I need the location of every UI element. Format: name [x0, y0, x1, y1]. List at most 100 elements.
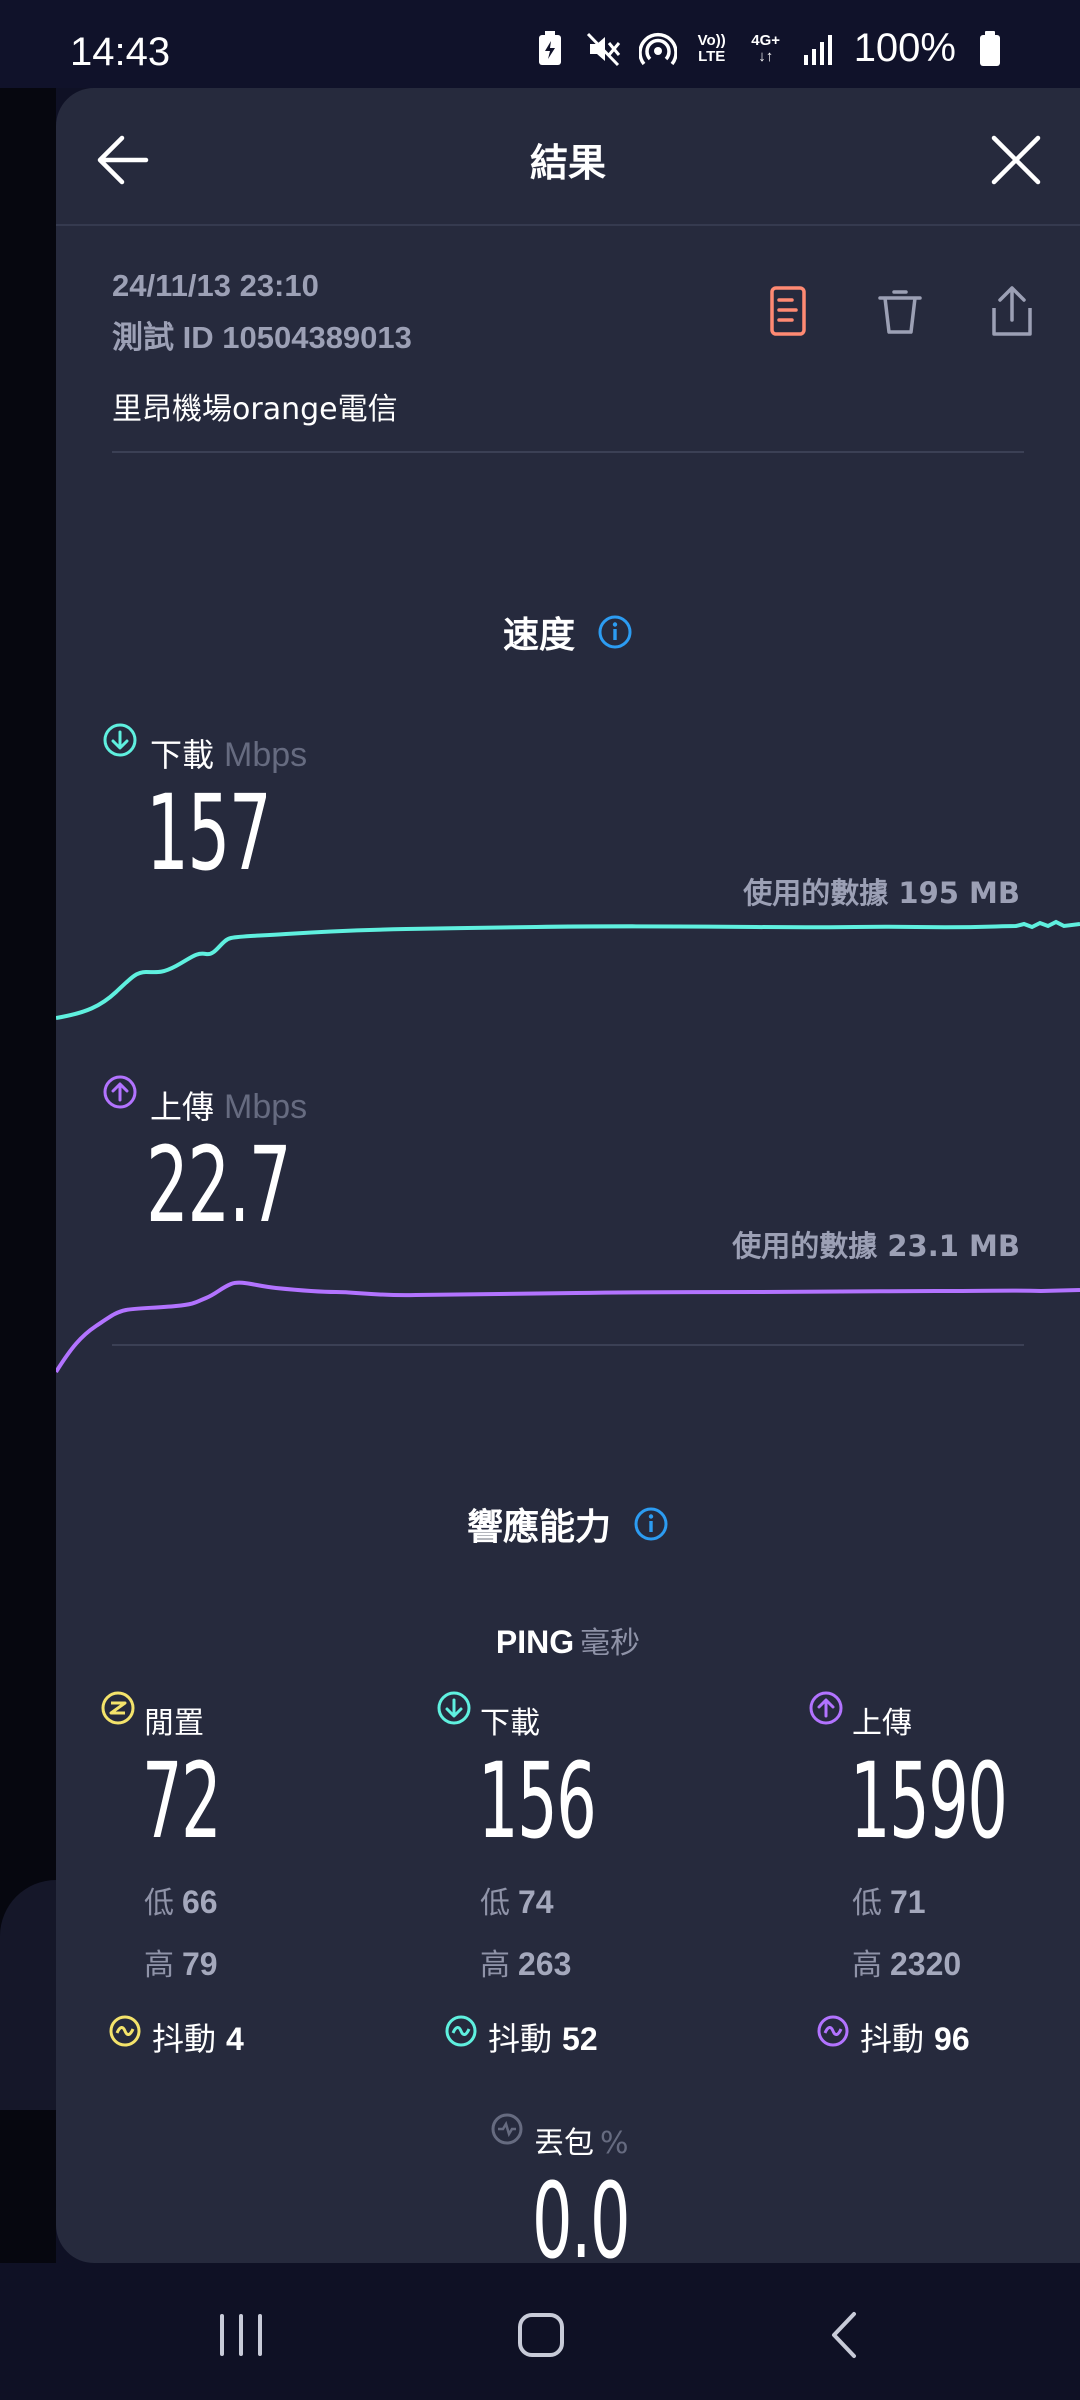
- packet-loss-header: 丟包 %: [534, 2118, 629, 2162]
- packet-loss-label: 丟包: [534, 2126, 594, 2161]
- results-sheet: 結果 24/11/13 23:10 測試 ID 10504389013 里昂機場…: [56, 88, 1080, 2263]
- volte-icon: Vo)) LTE: [692, 29, 732, 69]
- download-speed-graph: [56, 919, 1080, 1020]
- ping-upload-label: 上傳: [852, 1706, 912, 1741]
- result-id-value: 10504389013: [222, 320, 412, 355]
- ping-idle-icon: [100, 1690, 136, 1730]
- close-button[interactable]: [984, 128, 1048, 192]
- download-label: 下載: [150, 736, 215, 774]
- result-datetime: 24/11/13 23:10: [112, 268, 319, 303]
- system-back-button[interactable]: [810, 2300, 880, 2370]
- ping-download-jitter: 抖動 52: [488, 2014, 598, 2060]
- report-button[interactable]: [756, 280, 820, 344]
- packet-loss-icon: [490, 2112, 524, 2150]
- close-icon: [991, 135, 1041, 185]
- background-app-card: [0, 1880, 56, 2110]
- high-value: 79: [182, 1946, 218, 1982]
- ping-header: PING 毫秒: [56, 1618, 1080, 1662]
- ping-idle-label: 閒置: [144, 1706, 204, 1741]
- ping-idle-value: 72: [142, 1740, 222, 1862]
- home-button[interactable]: [506, 2300, 576, 2370]
- jitter-label: 抖動: [860, 2020, 925, 2058]
- upload-speed-graph: [56, 1280, 1080, 1374]
- low-label: 低: [852, 1886, 882, 1921]
- battery-icon: [970, 29, 1010, 69]
- jitter-upload-icon: [816, 2014, 850, 2052]
- speed-title: 速度: [502, 615, 575, 656]
- document-icon: [770, 286, 806, 336]
- responsiveness-title: 響應能力: [466, 1507, 611, 1548]
- jitter-label: 抖動: [488, 2020, 553, 2058]
- download-header: 下載 Mbps: [150, 730, 307, 776]
- download-line: [56, 919, 1080, 1020]
- high-value: 263: [518, 1946, 572, 1982]
- ping-upload-value: 1590: [850, 1740, 1008, 1862]
- high-value: 2320: [890, 1946, 962, 1982]
- ping-label: PING: [495, 1624, 575, 1660]
- ping-upload-icon: [808, 1690, 844, 1730]
- ping-upload-high: 高 2320: [852, 1940, 961, 1984]
- recent-apps-button[interactable]: [206, 2300, 276, 2370]
- status-bar: 14:43 Vo)) LTE 4G+ ↓↑ 100%: [0, 0, 1080, 88]
- packet-loss-value: 0.0: [532, 2160, 630, 2263]
- speed-section-header: 速度: [56, 606, 1080, 658]
- volte-bottom-text: LTE: [698, 47, 726, 65]
- sheet-header: 結果: [56, 88, 1080, 226]
- upload-header: 上傳 Mbps: [150, 1082, 307, 1128]
- divider: [112, 1344, 1024, 1346]
- speed-info-icon[interactable]: [597, 614, 633, 650]
- ping-download-icon: [436, 1690, 472, 1730]
- recent-apps-icon: [220, 2314, 262, 2356]
- server-name: 里昂機場orange電信: [112, 392, 398, 427]
- divider: [112, 451, 1024, 453]
- share-button[interactable]: [980, 280, 1044, 344]
- mute-icon: [584, 29, 624, 69]
- upload-icon: [102, 1074, 138, 1114]
- home-icon: [518, 2313, 564, 2357]
- network-type-text: 4G+: [751, 31, 781, 49]
- low-value: 74: [518, 1884, 554, 1920]
- jitter-idle-icon: [108, 2014, 142, 2052]
- hotspot-icon: [638, 29, 678, 69]
- jitter-value: 96: [934, 2021, 970, 2057]
- network-activity-text: ↓↑: [758, 47, 774, 65]
- upload-label: 上傳: [150, 1088, 215, 1126]
- page-title: 結果: [529, 141, 606, 185]
- download-icon: [102, 722, 138, 762]
- network-4g-icon: 4G+ ↓↑: [746, 29, 786, 69]
- chevron-left-icon: [832, 2312, 856, 2358]
- ping-download-value: 156: [478, 1740, 597, 1862]
- status-icons: Vo)) LTE 4G+ ↓↑ 100%: [530, 26, 1010, 71]
- ping-download-label: 下載: [480, 1706, 540, 1741]
- result-id-label: 測試 ID: [112, 320, 214, 355]
- jitter-value: 4: [226, 2021, 244, 2057]
- low-value: 71: [890, 1884, 926, 1920]
- trash-icon: [878, 290, 922, 334]
- ping-idle-jitter: 抖動 4: [152, 2014, 244, 2060]
- download-speed-value: 157: [146, 772, 272, 894]
- delete-button[interactable]: [868, 280, 932, 344]
- high-label: 高: [144, 1948, 174, 1983]
- share-icon: [992, 286, 1032, 336]
- high-label: 高: [852, 1948, 882, 1983]
- upload-line: [56, 1280, 1080, 1374]
- ping-idle-high: 高 79: [144, 1940, 218, 1984]
- battery-percent: 100%: [853, 26, 956, 70]
- jitter-value: 52: [562, 2021, 598, 2057]
- ping-upload-jitter: 抖動 96: [860, 2014, 970, 2060]
- ping-unit: 毫秒: [580, 1626, 641, 1661]
- high-label: 高: [480, 1948, 510, 1983]
- result-id: 測試 ID 10504389013: [112, 312, 412, 357]
- low-label: 低: [144, 1886, 174, 1921]
- ping-idle-low: 低 66: [144, 1878, 218, 1922]
- download-unit: Mbps: [224, 736, 308, 774]
- ping-download-low: 低 74: [480, 1878, 554, 1922]
- ping-download-high: 高 263: [480, 1940, 571, 1984]
- upload-unit: Mbps: [224, 1088, 308, 1126]
- packet-loss-unit: %: [600, 2126, 629, 2161]
- ping-upload-low: 低 71: [852, 1878, 926, 1922]
- status-time: 14:43: [70, 30, 171, 74]
- responsiveness-section-header: 響應能力: [56, 1498, 1080, 1550]
- upload-speed-value: 22.7: [146, 1124, 292, 1246]
- responsiveness-info-icon[interactable]: [633, 1506, 669, 1542]
